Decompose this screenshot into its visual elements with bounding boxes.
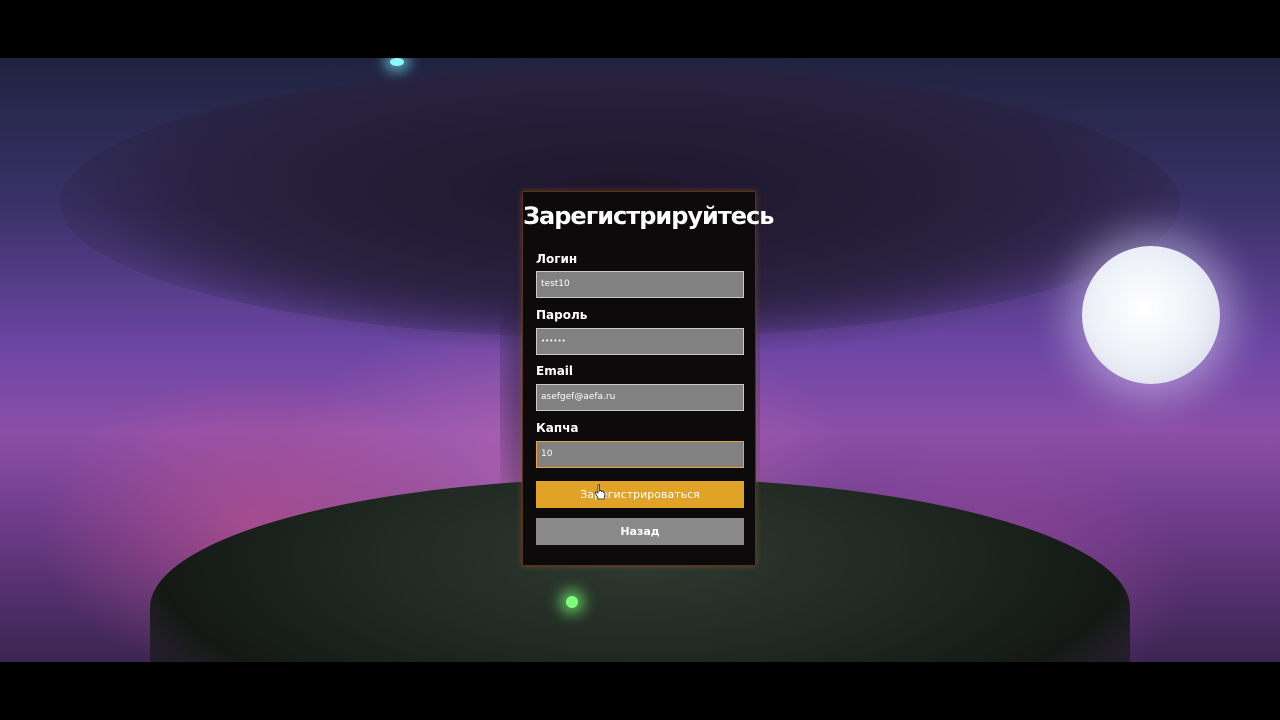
letterbox-bottom bbox=[0, 662, 1280, 720]
green-glow bbox=[566, 596, 578, 608]
email-input[interactable]: asefgef@aefa.ru bbox=[536, 384, 744, 411]
letterbox-top bbox=[0, 0, 1280, 58]
cyan-glow bbox=[390, 58, 404, 66]
login-label: Логин bbox=[536, 252, 578, 266]
password-label: Пароль bbox=[536, 308, 588, 322]
login-input[interactable]: test10 bbox=[536, 271, 744, 298]
password-input[interactable]: •••••• bbox=[536, 328, 744, 355]
hand-pointer-icon bbox=[594, 484, 606, 500]
moon bbox=[1082, 246, 1220, 384]
register-button[interactable]: Зарегистрироваться bbox=[536, 481, 744, 508]
panel-title: Зарегистрируйтесь bbox=[523, 202, 774, 230]
captcha-label: Капча bbox=[536, 421, 579, 435]
captcha-input[interactable]: 10 bbox=[536, 441, 744, 468]
back-button[interactable]: Назад bbox=[536, 518, 744, 545]
registration-panel: Зарегистрируйтесь Логин test10 Пароль ••… bbox=[522, 191, 774, 566]
email-label: Email bbox=[536, 364, 574, 378]
